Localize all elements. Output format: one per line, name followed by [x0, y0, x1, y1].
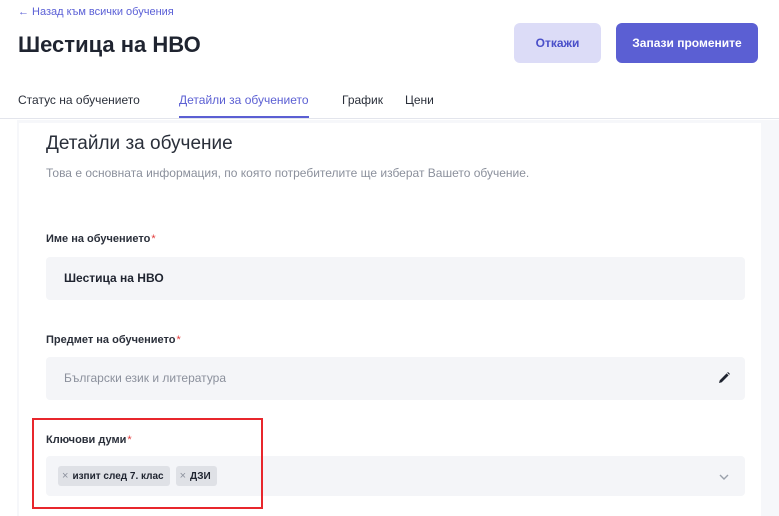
name-field[interactable]: Шестица на НВО	[46, 257, 745, 300]
tab-status[interactable]: Статус на обучението	[18, 93, 140, 116]
required-mark: *	[151, 233, 156, 245]
page-title: Шестица на НВО	[18, 32, 201, 57]
tab-schedule[interactable]: График	[342, 93, 383, 116]
tab-details[interactable]: Детайли за обучението	[179, 93, 309, 118]
subject-field-value: Български език и литература	[64, 371, 227, 385]
back-to-all-trainings-link[interactable]: ← Назад към всички обучения	[18, 6, 174, 18]
pencil-icon[interactable]	[717, 371, 731, 385]
required-mark: *	[176, 334, 181, 346]
subject-field[interactable]: Български език и литература	[46, 357, 745, 400]
name-field-label: Име на обучението*	[46, 233, 156, 245]
cancel-button[interactable]: Откажи	[514, 23, 601, 63]
section-description: Това е основната информация, по която по…	[46, 166, 530, 180]
chevron-down-icon[interactable]	[717, 470, 731, 484]
save-changes-button[interactable]: Запази промените	[616, 23, 758, 63]
highlight-box	[32, 418, 263, 509]
name-field-value: Шестица на НВО	[64, 271, 164, 285]
tab-bar: Статус на обучението Детайли за обучение…	[0, 86, 779, 119]
tab-prices[interactable]: Цени	[405, 93, 434, 116]
subject-field-label: Предмет на обучението*	[46, 334, 181, 346]
section-title: Детайли за обучение	[46, 133, 233, 154]
